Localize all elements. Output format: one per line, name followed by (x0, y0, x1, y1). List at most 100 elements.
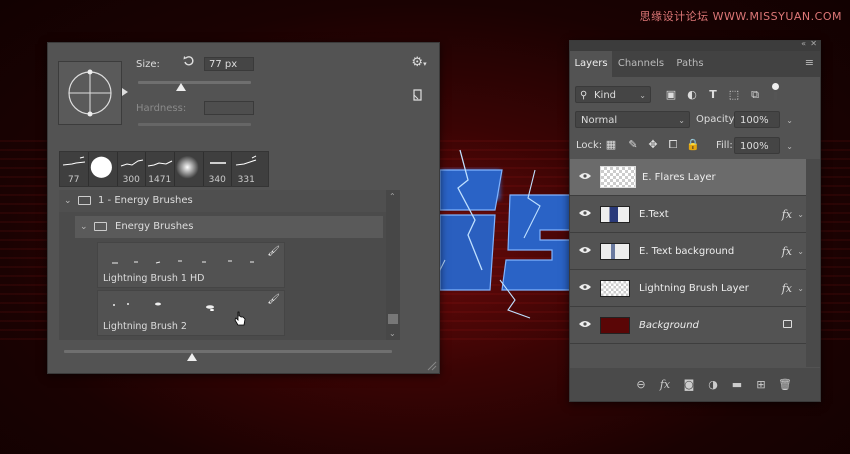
layer-thumbnail[interactable] (600, 166, 636, 188)
panel-title-bar[interactable]: « ✕ (570, 39, 820, 51)
reset-icon[interactable] (182, 55, 196, 70)
layer-thumbnail[interactable] (600, 206, 630, 223)
preview-size-slider[interactable] (64, 350, 392, 353)
layer-thumbnail[interactable] (600, 317, 630, 334)
chevron-down-icon[interactable]: ⌄ (64, 190, 72, 212)
preset-tile[interactable]: 331 (232, 152, 261, 186)
folder-icon (78, 196, 91, 205)
preset-size: 300 (122, 175, 140, 185)
folder-row[interactable]: ⌄ 1 - Energy Brushes (59, 190, 400, 212)
layer-row[interactable]: E. Flares Layer (570, 159, 806, 196)
filter-kind-select[interactable]: ⚲ Kind ⌄ (575, 86, 651, 103)
eye-icon[interactable] (579, 209, 591, 217)
scroll-down-icon[interactable]: ⌄ (389, 329, 396, 338)
pixel-filter-icon[interactable]: ▣ (665, 89, 677, 101)
tip-preview-arrow-icon[interactable] (122, 88, 128, 96)
collapse-icon[interactable]: « (801, 39, 806, 48)
chevron-down-icon[interactable]: ⌄ (797, 233, 804, 270)
size-input[interactable]: 77 px (204, 57, 254, 71)
tab-channels[interactable]: Channels (616, 51, 666, 77)
hand-cursor-icon (234, 311, 246, 326)
shape-filter-icon[interactable]: ⬚ (728, 89, 740, 101)
fill-value: 100% (740, 141, 769, 152)
chevron-down-icon[interactable]: ⌄ (80, 216, 88, 238)
lock-all-icon[interactable]: 🔒 (686, 139, 700, 151)
blend-mode-select[interactable]: Normal ⌄ (575, 111, 690, 128)
close-icon[interactable]: ✕ (810, 39, 817, 48)
layer-name[interactable]: E.Text (639, 196, 669, 233)
preset-tile[interactable]: 1471 (146, 152, 175, 186)
layer-name[interactable]: Background (639, 307, 699, 344)
folder-list-scrollbar[interactable]: ⌃ ⌄ (386, 190, 400, 340)
brush-tip-preview[interactable] (58, 61, 122, 125)
layer-name[interactable]: E. Text background (639, 233, 734, 270)
layer-row[interactable]: E.Text fx ⌄ (570, 196, 806, 233)
layer-row[interactable]: Background (570, 307, 806, 344)
opacity-input[interactable]: 100% ⌄ (734, 111, 793, 128)
layer-row[interactable]: E. Text background fx ⌄ (570, 233, 806, 270)
brush-angle-roundness-icon[interactable] (59, 62, 121, 124)
fx-icon[interactable]: fx (782, 233, 792, 270)
add-mask-icon[interactable]: ◙ (682, 379, 696, 391)
size-slider[interactable] (138, 81, 251, 84)
blend-mode-value: Normal (581, 115, 618, 126)
lock-position-icon[interactable]: ✥ (647, 139, 659, 151)
filter-toggle-icon[interactable] (770, 83, 780, 101)
brush-item[interactable]: 🖌 Lightning Brush 1 HD (97, 242, 285, 288)
smart-object-filter-icon[interactable]: ⧉ (749, 89, 761, 101)
eye-icon[interactable] (579, 246, 591, 254)
hardness-input[interactable] (204, 101, 254, 115)
scroll-up-icon[interactable]: ⌃ (389, 192, 396, 201)
new-group-icon[interactable]: ▬ (730, 379, 744, 391)
layer-name[interactable]: Lightning Brush Layer (639, 270, 749, 307)
preset-size: 1471 (148, 175, 172, 185)
layer-thumbnail[interactable] (600, 280, 630, 297)
lock-artboard-icon[interactable]: ⧠ (667, 139, 679, 151)
chevron-down-icon[interactable]: ⌄ (786, 112, 793, 129)
fx-icon[interactable]: fx (782, 270, 792, 307)
layer-name[interactable]: E. Flares Layer (642, 159, 716, 196)
fx-icon[interactable]: fx (658, 379, 672, 391)
opacity-value: 100% (740, 115, 769, 126)
lock-icon (783, 320, 792, 328)
link-layers-icon[interactable]: ⊖ (634, 379, 648, 391)
tab-layers[interactable]: Layers (570, 51, 612, 77)
panel-menu-icon[interactable]: ≡ (805, 57, 814, 69)
fx-icon[interactable]: fx (782, 196, 792, 233)
lock-image-icon[interactable]: ✎ (627, 139, 639, 151)
preset-tile[interactable] (89, 152, 118, 186)
chevron-down-icon[interactable]: ⌄ (797, 196, 804, 233)
size-slider-thumb[interactable] (175, 83, 186, 91)
resize-grip-icon[interactable] (425, 359, 437, 371)
preset-tile[interactable] (175, 152, 204, 186)
adjustment-layer-icon[interactable]: ◑ (706, 379, 720, 391)
preset-tile[interactable]: 340 (204, 152, 232, 186)
adjustment-filter-icon[interactable]: ◐ (686, 89, 698, 101)
brush-item[interactable]: 🖌 Lightning Brush 2 (97, 290, 285, 336)
layer-thumbnail[interactable] (600, 243, 630, 260)
preset-tile[interactable]: 77 (60, 152, 89, 186)
scroll-thumb[interactable] (388, 314, 398, 324)
brush-tool-icon: 🖌 (267, 246, 280, 257)
chevron-down-icon[interactable]: ⌄ (797, 270, 804, 307)
eye-icon[interactable] (579, 320, 591, 328)
chevron-down-icon[interactable]: ⌄ (786, 138, 793, 155)
tab-paths[interactable]: Paths (668, 51, 712, 77)
chevron-down-icon: ⌄ (639, 91, 646, 100)
new-preset-icon[interactable] (410, 89, 424, 104)
trash-icon[interactable]: 🗑 (778, 379, 792, 391)
fill-input[interactable]: 100% ⌄ (734, 137, 793, 154)
layers-scrollbar[interactable] (806, 159, 820, 367)
hardness-slider[interactable] (138, 123, 251, 126)
folder-label: Energy Brushes (115, 221, 194, 232)
eye-icon[interactable] (579, 172, 591, 180)
lock-transparent-icon[interactable]: ▦ (605, 139, 617, 151)
preset-tile[interactable]: 300 (118, 152, 146, 186)
eye-icon[interactable] (579, 283, 591, 291)
preview-size-slider-thumb[interactable] (186, 353, 197, 361)
new-layer-icon[interactable]: ⊞ (754, 379, 768, 391)
gear-icon[interactable]: ⚙▾ (410, 55, 428, 70)
layer-row[interactable]: Lightning Brush Layer fx ⌄ (570, 270, 806, 307)
subfolder-row[interactable]: ⌄ Energy Brushes (75, 216, 383, 238)
type-filter-icon[interactable]: T (707, 89, 719, 101)
